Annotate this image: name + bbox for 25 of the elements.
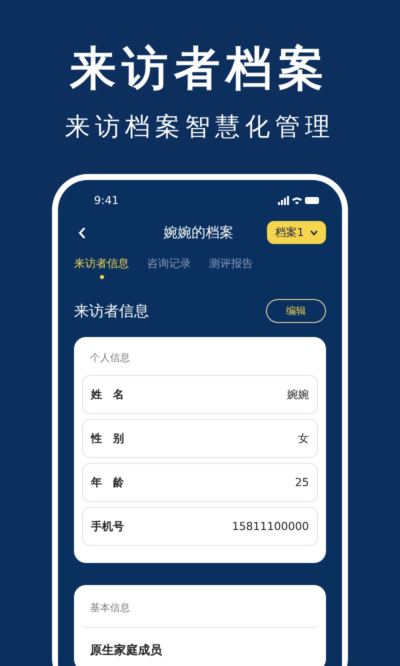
chevron-down-icon bbox=[310, 230, 318, 236]
tab[interactable]: 来访者信息 bbox=[74, 256, 129, 281]
page-title: 婉婉的档案 bbox=[164, 224, 234, 242]
field-label: 原生家庭成员 bbox=[89, 642, 163, 659]
card-title: 个人信息 bbox=[89, 352, 131, 366]
field-value: 15811100000 bbox=[232, 520, 309, 533]
file-dropdown[interactable]: 档案1 bbox=[267, 221, 326, 244]
subheadline: 来访档案智慧化管理 bbox=[65, 111, 335, 143]
field-value: 25 bbox=[295, 476, 309, 489]
status-icons bbox=[278, 196, 320, 206]
chevron-left-icon bbox=[78, 226, 86, 238]
tab[interactable]: 咨询记录 bbox=[147, 256, 191, 281]
active-dot-icon bbox=[100, 275, 104, 279]
field-label: 姓名 bbox=[91, 387, 124, 402]
field-label: 性别 bbox=[91, 431, 124, 446]
section-title: 来访者信息 bbox=[74, 302, 149, 320]
headline: 来访者档案 bbox=[70, 40, 330, 96]
field-value: 婉婉 bbox=[287, 387, 309, 402]
field-label: 年龄 bbox=[91, 475, 124, 490]
field-label: 手机号 bbox=[91, 519, 124, 534]
field-value: 女 bbox=[298, 431, 309, 446]
edit-button[interactable]: 编辑 bbox=[266, 299, 326, 323]
status-time: 9:41 bbox=[94, 194, 119, 207]
card-title: 基本信息 bbox=[84, 595, 316, 628]
tab[interactable]: 测评报告 bbox=[209, 256, 253, 281]
